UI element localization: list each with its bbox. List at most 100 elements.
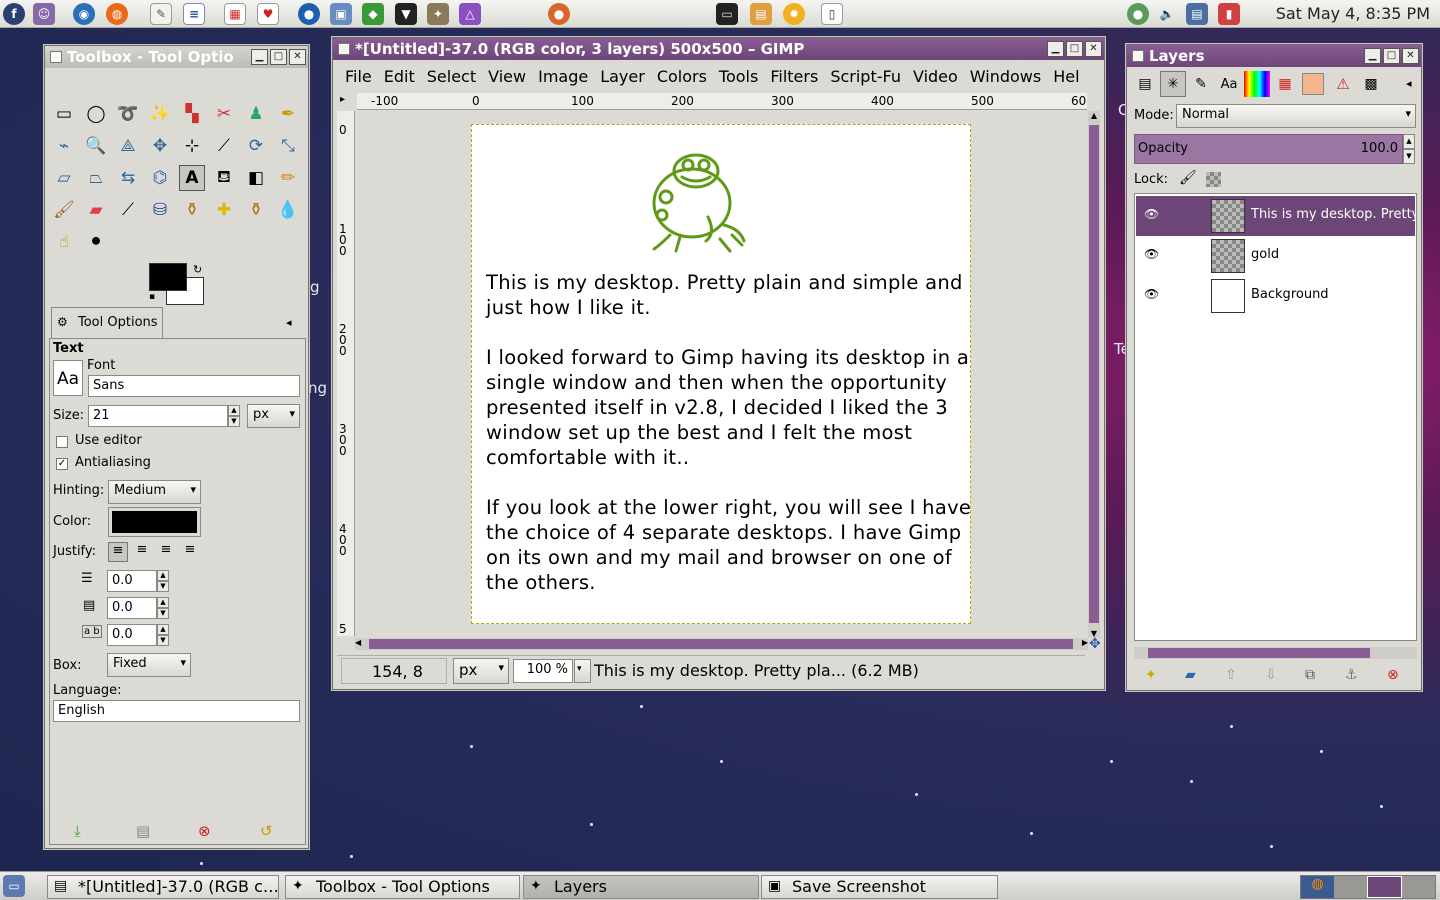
horizontal-ruler[interactable]: -100 0 100 200 300 400 500 60 (357, 93, 1087, 110)
letter-spacing-field[interactable]: 0.0 (107, 624, 157, 646)
opacity-spin-down[interactable]: ▼ (1403, 149, 1415, 164)
maximize-button[interactable]: □ (270, 49, 287, 65)
network-status-icon[interactable]: ● (1127, 3, 1149, 25)
indent-spin-up[interactable]: ▲ (157, 570, 169, 581)
workspace-3[interactable] (1367, 876, 1402, 898)
scissors-icon[interactable]: ✂ (211, 101, 237, 127)
scroll-left-icon[interactable]: ◀ (355, 638, 361, 647)
image-canvas[interactable]: This is my desktop. Pretty plain and sim… (471, 124, 971, 624)
size-spin-down[interactable]: ▼ (228, 416, 240, 427)
maximize-button[interactable]: □ (1066, 41, 1083, 57)
line-spacing-spin-down[interactable]: ▼ (157, 608, 169, 619)
window-menu-icon[interactable] (50, 51, 62, 63)
ellipse-select-icon[interactable]: ◯ (83, 101, 109, 127)
menu-edit[interactable]: Edit (378, 67, 421, 86)
quick-mask-corner-icon[interactable]: ▸ (340, 94, 345, 105)
line-spacing-spin-up[interactable]: ▲ (157, 597, 169, 608)
workspace-switcher[interactable]: ◍ (1300, 875, 1436, 899)
menu-tools[interactable]: Tools (713, 67, 764, 86)
firefox-icon[interactable]: ◍ (106, 3, 128, 25)
tab-tool-options[interactable]: Tool Options ⚙ (51, 307, 163, 339)
canvas-viewport[interactable]: This is my desktop. Pretty plain and sim… (355, 111, 1087, 638)
settings-sun-icon[interactable]: ✹ (783, 3, 805, 25)
foreground-color-swatch[interactable] (149, 263, 187, 291)
close-button[interactable]: ✕ (1402, 48, 1419, 64)
box-select[interactable]: Fixed (107, 653, 191, 677)
gimp-icon[interactable]: ✦ (427, 3, 449, 25)
usb-drive-icon[interactable]: ▯ (821, 3, 843, 25)
paintbrush-icon[interactable]: 🖌 (51, 197, 77, 223)
new-layer-icon[interactable]: ✦ (1145, 667, 1157, 683)
lower-layer-icon[interactable]: ⇩ (1265, 667, 1277, 683)
menu-file[interactable]: File (339, 67, 378, 86)
size-unit-select[interactable]: px (247, 404, 300, 428)
minimize-button[interactable]: ▁ (251, 49, 268, 65)
blend-icon[interactable]: ◧ (243, 165, 269, 191)
restore-options-icon[interactable]: ▤ (136, 822, 150, 840)
perspective-clone-icon[interactable]: ⚱ (243, 197, 269, 223)
update-icon[interactable]: ▮ (1218, 3, 1240, 25)
visibility-eye-icon[interactable]: 👁 (1144, 247, 1159, 261)
crop-icon[interactable]: ⟋ (211, 133, 237, 159)
justify-fill-icon[interactable]: ≡ (180, 542, 200, 562)
opacity-slider[interactable]: Opacity 100.0 (1134, 134, 1403, 164)
navigate-icon[interactable]: ✥ (1089, 636, 1101, 652)
screenshot-icon[interactable]: ▣ (330, 3, 352, 25)
bucket-fill-icon[interactable]: ⛾ (211, 165, 237, 191)
text-editor-icon[interactable]: ✎ (150, 3, 172, 25)
measure-icon[interactable]: ⟁ (115, 133, 141, 159)
fuzzy-select-icon[interactable]: ✨ (147, 101, 173, 127)
terminal-icon[interactable]: ▭ (716, 3, 738, 25)
workspace-4[interactable] (1402, 876, 1435, 898)
tab-channels-icon[interactable]: ✳ (1160, 71, 1186, 97)
tab-fonts-icon[interactable]: Aa (1216, 71, 1242, 97)
inkscape-icon[interactable]: ▼ (395, 3, 417, 25)
layer-list-hscrollbar[interactable] (1134, 647, 1417, 659)
tab-images-icon[interactable]: ▩ (1358, 71, 1384, 97)
color-select-icon[interactable]: ▚ (179, 101, 205, 127)
menu-select[interactable]: Select (421, 67, 482, 86)
flip-icon[interactable]: ⇆ (115, 165, 141, 191)
menu-video[interactable]: Video (907, 67, 964, 86)
lock-pixels-icon[interactable]: 🖌 (1179, 170, 1197, 186)
tab-colors-icon[interactable] (1302, 73, 1324, 95)
menu-help[interactable]: Hel (1047, 67, 1085, 86)
maximize-button[interactable]: □ (1383, 48, 1400, 64)
menu-colors[interactable]: Colors (651, 67, 713, 86)
workspace-1[interactable]: ◍ (1301, 876, 1334, 898)
vertical-ruler[interactable]: 0 1 0 0 2 0 0 3 0 0 4 0 0 5 (337, 111, 355, 636)
letter-spacing-spin-up[interactable]: ▲ (157, 624, 169, 635)
ink-icon[interactable]: ⛁ (147, 197, 173, 223)
zoom-field[interactable]: 100 % (513, 659, 573, 683)
volume-icon[interactable]: 🔈 (1156, 3, 1178, 25)
align-icon[interactable]: ⊹ (179, 133, 205, 159)
task-layers[interactable]: ✦ Layers (523, 875, 759, 899)
task-gimp-image[interactable]: ▤ *[Untitled]-37.0 (RGB c… (47, 875, 279, 899)
dock-menu-icon[interactable]: ◂ (1406, 77, 1412, 90)
perspective-icon[interactable]: ⏢ (83, 165, 109, 191)
duplicate-layer-icon[interactable]: ⧉ (1305, 667, 1315, 683)
calendar-icon[interactable]: ▦ (224, 3, 246, 25)
soccer-ball-icon[interactable]: ● (298, 3, 320, 25)
close-button[interactable]: ✕ (1085, 41, 1102, 57)
gimp-titlebar[interactable]: *[Untitled]-37.0 (RGB color, 3 layers) 5… (333, 38, 1104, 60)
tux-paint-icon[interactable]: ● (548, 3, 570, 25)
layer-row[interactable]: 👁 Background (1136, 276, 1415, 316)
zoom-dropdown[interactable]: ▾ (574, 659, 591, 683)
default-colors-icon[interactable]: ▪ (149, 292, 155, 302)
indent-field[interactable]: 0.0 (107, 570, 157, 592)
letter-spacing-spin-down[interactable]: ▼ (157, 635, 169, 646)
dodge-burn-icon[interactable]: ⚫ (83, 229, 109, 255)
tab-gradients-icon[interactable] (1244, 71, 1270, 97)
horizontal-scrollbar[interactable]: ◀ ▶ (355, 638, 1088, 650)
paths-icon[interactable]: ✒ (275, 101, 301, 127)
document-icon[interactable]: ≡ (183, 3, 205, 25)
workspace-2[interactable] (1334, 876, 1367, 898)
heal-icon[interactable]: ✚ (211, 197, 237, 223)
visibility-eye-icon[interactable]: 👁 (1144, 287, 1159, 301)
justify-left-icon[interactable]: ≡ (108, 542, 128, 562)
airbrush-icon[interactable]: ⟋ (115, 197, 141, 223)
text-color-button[interactable] (108, 507, 201, 537)
fedora-menu-icon[interactable]: f (3, 3, 25, 25)
delete-options-icon[interactable]: ⊗ (198, 822, 211, 840)
